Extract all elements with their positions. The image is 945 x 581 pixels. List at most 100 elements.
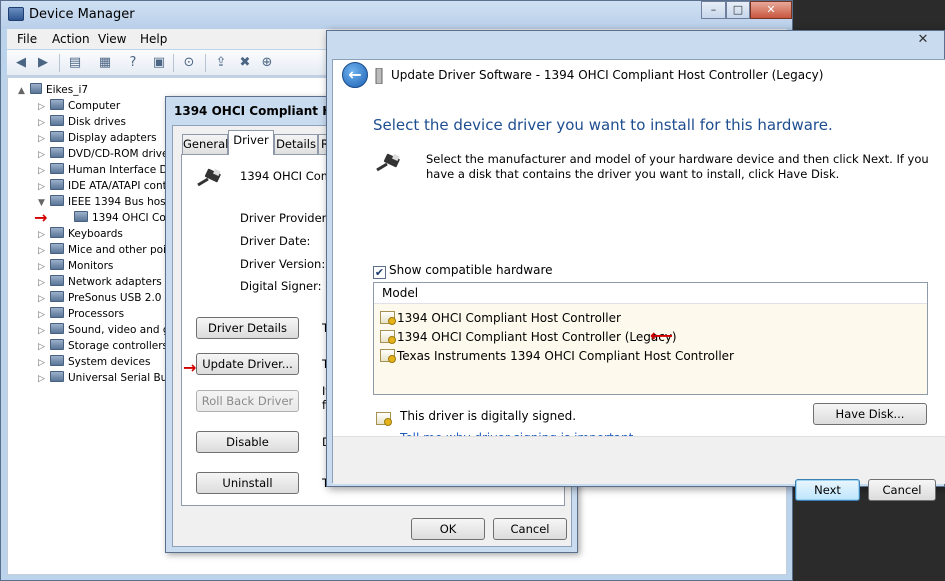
wizard-cancel-button[interactable]: Cancel xyxy=(868,479,936,501)
help-icon[interactable]: ? xyxy=(125,55,141,71)
tree-item[interactable]: ▼ IEEE 1394 Bus host co xyxy=(38,194,185,210)
expand-toggle-icon[interactable]: ▷ xyxy=(38,323,48,339)
update-driver-button[interactable]: Update Driver... xyxy=(196,353,299,375)
expand-toggle-icon[interactable]: ▷ xyxy=(38,259,48,275)
show-compatible-checkbox[interactable]: ✔ Show compatible hardware xyxy=(373,263,553,279)
expand-toggle-icon[interactable]: ▷ xyxy=(38,339,48,355)
disable-button[interactable]: Disable xyxy=(196,431,299,453)
tree-item[interactable]: ▷ Display adapters xyxy=(38,130,157,146)
next-button[interactable]: Next xyxy=(795,479,860,501)
tree-item[interactable]: ▷ Universal Serial Bus c xyxy=(38,370,182,386)
tree-item-label: Human Interface Dev xyxy=(68,164,181,176)
tree-root[interactable]: ▲ Eikes_i7 xyxy=(18,82,88,98)
tree-item[interactable]: ▷ Disk drives xyxy=(38,114,126,130)
update-driver-icon[interactable]: ⇪ xyxy=(213,55,229,71)
tab-driver[interactable]: Driver xyxy=(228,130,274,155)
tree-item[interactable]: ▷ Sound, video and gar xyxy=(38,322,180,338)
tree-item-label: Computer xyxy=(68,100,121,112)
expand-toggle-icon[interactable]: ▷ xyxy=(38,371,48,387)
expand-toggle-icon[interactable]: ▷ xyxy=(38,307,48,323)
tree-item-label: Disk drives xyxy=(68,116,126,128)
expand-toggle-icon[interactable]: ▷ xyxy=(38,291,48,307)
expand-toggle-icon[interactable]: ▷ xyxy=(38,131,48,147)
device-manager-title: Device Manager xyxy=(29,7,135,22)
tree-item[interactable]: ▷ DVD/CD-ROM drives xyxy=(38,146,174,162)
uninstall-icon[interactable]: ✖ xyxy=(237,55,253,71)
list-item-selected[interactable]: 1394 OHCI Compliant Host Controller (Leg… xyxy=(380,328,677,346)
tree-item[interactable]: ▷ Computer xyxy=(38,98,120,114)
menu-view[interactable]: View xyxy=(98,32,126,46)
tree-item[interactable]: ▷ Network adapters xyxy=(38,274,162,290)
tree-item[interactable]: ▷ Human Interface Dev xyxy=(38,162,180,178)
list-item[interactable]: 1394 OHCI Compliant Host Controller xyxy=(380,309,621,327)
tree-item[interactable]: ▷ PreSonus USB 2.0 Au xyxy=(38,290,179,306)
tree-item[interactable]: ▷ System devices xyxy=(38,354,150,370)
menu-help[interactable]: Help xyxy=(140,32,167,46)
expand-toggle-icon[interactable]: ▷ xyxy=(38,243,48,259)
menu-file[interactable]: File xyxy=(17,32,37,46)
driver-provider-label: Driver Provider: xyxy=(240,211,331,225)
enable-device-icon[interactable]: ⊕ xyxy=(259,55,275,71)
toolbar-divider xyxy=(173,54,174,72)
ok-button[interactable]: OK xyxy=(411,518,485,540)
expand-toggle-icon[interactable]: ▷ xyxy=(38,179,48,195)
uninstall-button[interactable]: Uninstall xyxy=(196,472,299,494)
tree-item[interactable]: ▷ IDE ATA/ATAPI contr xyxy=(38,178,171,194)
properties-icon[interactable]: ▦ xyxy=(97,55,113,71)
checkbox-check-icon[interactable]: ✔ xyxy=(373,266,386,279)
device-category-icon xyxy=(50,243,64,254)
tree-item-label: Keyboards xyxy=(68,228,123,240)
toolbar-divider xyxy=(205,54,206,72)
tree-item-label: DVD/CD-ROM drives xyxy=(68,148,174,160)
device-category-icon xyxy=(50,115,64,126)
expand-toggle-icon[interactable]: ▷ xyxy=(38,147,48,163)
view-icon[interactable]: ▣ xyxy=(151,55,167,71)
annotation-arrow: → xyxy=(34,208,48,227)
have-disk-button[interactable]: Have Disk... xyxy=(813,403,927,425)
driver-details-button[interactable]: Driver Details xyxy=(196,317,299,339)
scan-hardware-icon[interactable]: ⊙ xyxy=(181,55,197,71)
minimize-button[interactable]: – xyxy=(701,1,726,19)
device-manager-titlebar[interactable]: Device Manager – □ ✕ xyxy=(1,1,792,29)
device-category-icon xyxy=(50,259,64,270)
wizard-caption: Update Driver Software - 1394 OHCI Compl… xyxy=(391,68,824,82)
tab-details[interactable]: Details xyxy=(274,134,318,154)
expand-toggle-icon[interactable]: ▷ xyxy=(38,115,48,131)
forward-arrow-icon[interactable]: ▶ xyxy=(35,55,51,71)
tab-general[interactable]: General xyxy=(182,134,228,154)
maximize-button[interactable]: □ xyxy=(726,1,750,19)
device-category-icon xyxy=(50,131,64,142)
wizard-close-button[interactable]: ✕ xyxy=(906,31,940,49)
back-arrow-icon[interactable]: ◀ xyxy=(13,55,29,71)
digital-signer-label: Digital Signer: xyxy=(240,279,322,293)
annotation-arrow: → xyxy=(183,358,197,377)
tree-item[interactable]: ▷ Processors xyxy=(38,306,124,322)
back-button[interactable]: ← xyxy=(342,62,368,88)
show-hide-tree-icon[interactable]: ▤ xyxy=(67,55,83,71)
tree-item[interactable]: ▷ Keyboards xyxy=(38,226,123,242)
signed-certificate-icon xyxy=(376,412,392,426)
tree-item[interactable]: ▷ Monitors xyxy=(38,258,113,274)
device-category-icon xyxy=(50,323,64,334)
device-category-icon xyxy=(50,227,64,238)
model-column-header[interactable]: Model xyxy=(374,283,927,304)
expand-toggle-icon[interactable]: ▷ xyxy=(38,99,48,115)
wizard-content: ← Update Driver Software - 1394 OHCI Com… xyxy=(332,59,945,501)
list-item[interactable]: Texas Instruments 1394 OHCI Compliant Ho… xyxy=(380,347,734,365)
expand-toggle-icon[interactable]: ▷ xyxy=(38,275,48,291)
expand-toggle-icon[interactable]: ▷ xyxy=(38,163,48,179)
cancel-button[interactable]: Cancel xyxy=(493,518,567,540)
expand-toggle-icon[interactable]: ▷ xyxy=(38,355,48,371)
tree-item[interactable]: ▷ Mice and other poin xyxy=(38,242,173,258)
device-category-icon xyxy=(50,355,64,366)
rollback-driver-button[interactable]: Roll Back Driver xyxy=(196,390,299,412)
usb-device-icon xyxy=(376,153,400,172)
signed-status-text: This driver is digitally signed. xyxy=(400,409,577,423)
tree-item-label: Monitors xyxy=(68,260,114,272)
tree-item[interactable]: ▷ Storage controllers xyxy=(38,338,168,354)
close-button[interactable]: ✕ xyxy=(750,1,792,19)
expand-toggle-icon[interactable]: ▷ xyxy=(38,227,48,243)
update-driver-wizard: ✕ ← Update Driver Software - 1394 OHCI C… xyxy=(326,30,945,501)
tree-item-label: IDE ATA/ATAPI contr xyxy=(68,180,172,192)
menu-action[interactable]: Action xyxy=(52,32,90,46)
